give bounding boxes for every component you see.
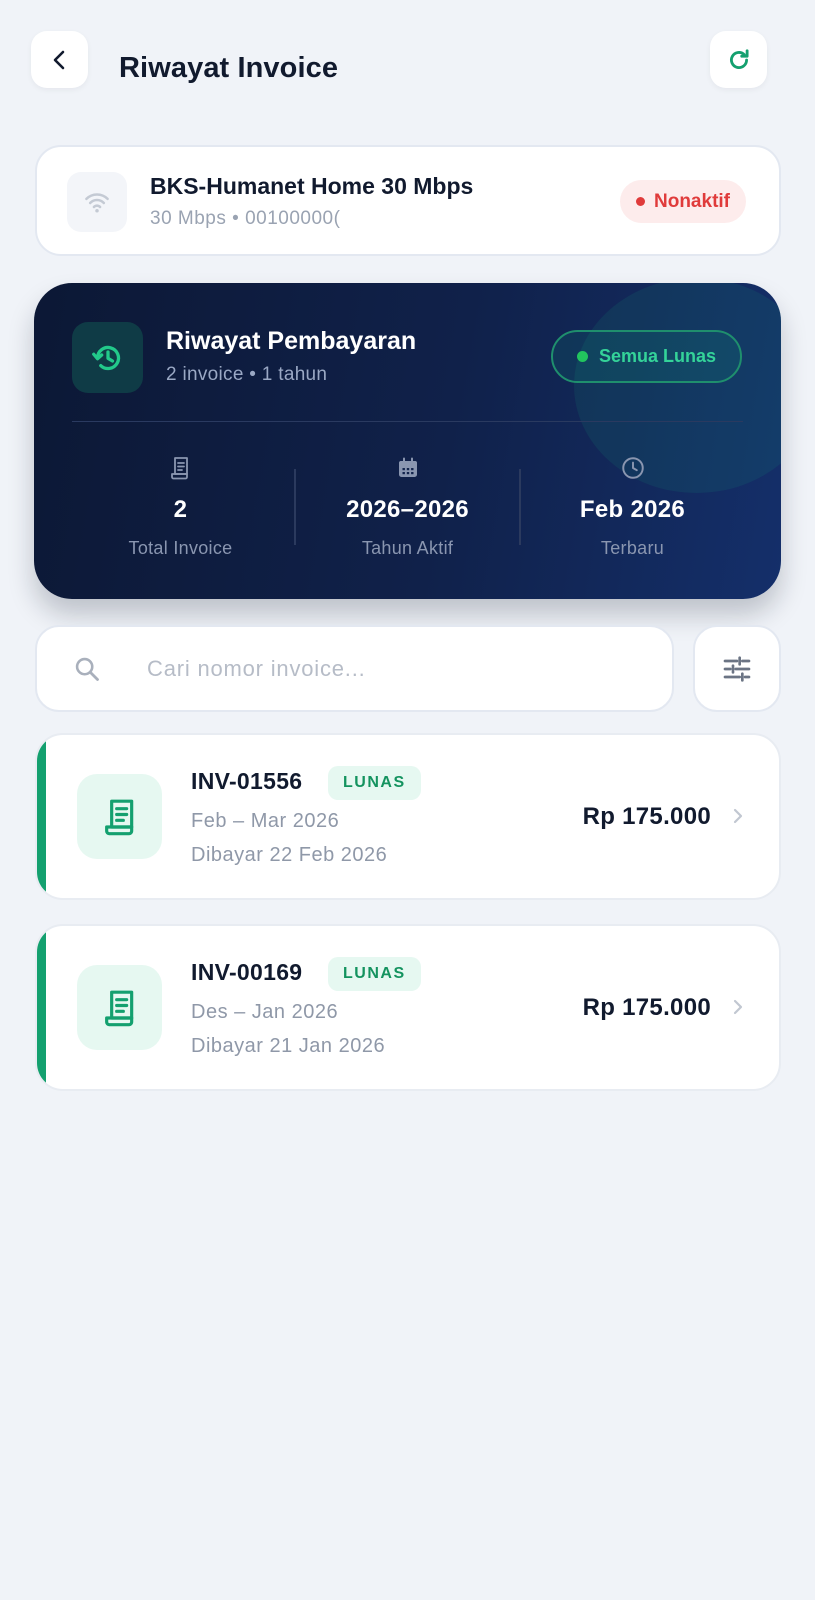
summary-subtitle: 2 invoice • 1 tahun [166, 364, 328, 385]
wifi-icon [85, 193, 109, 213]
invoice-card[interactable]: INV-01556 LUNAS Feb – Mar 2026 Dibayar 2… [35, 733, 781, 900]
invoice-amount: Rp 175.000 [582, 803, 711, 830]
search-bar[interactable] [35, 625, 674, 712]
page-title: Riwayat Invoice [119, 52, 339, 84]
plan-card[interactable]: BKS-Humanet Home 30 Mbps 30 Mbps • 00100… [35, 145, 781, 256]
calendar-icon [398, 457, 417, 477]
history-icon-container [72, 322, 143, 393]
invoice-accent-bar [37, 735, 46, 898]
clock-icon [621, 457, 644, 479]
receipt-icon [104, 799, 133, 835]
invoice-period: Feb – Mar 2026 [191, 810, 340, 832]
refresh-icon [729, 48, 749, 69]
stat-value: 2026–2026 [346, 496, 469, 523]
stat-latest: Feb 2026 Terbaru [520, 454, 745, 559]
chevron-right-icon [733, 999, 743, 1015]
invoice-card[interactable]: INV-00169 LUNAS Des – Jan 2026 Dibayar 2… [35, 924, 781, 1091]
payment-summary-card: Riwayat Pembayaran 2 invoice • 1 tahun S… [34, 283, 781, 599]
invoice-icon-container [77, 965, 162, 1050]
plan-name: BKS-Humanet Home 30 Mbps [150, 173, 474, 199]
invoice-number: INV-01556 [191, 768, 303, 794]
all-paid-label: Semua Lunas [598, 346, 717, 366]
summary-title: Riwayat Pembayaran [166, 327, 417, 355]
chevron-left-icon [53, 50, 64, 69]
stat-label: Terbaru [600, 538, 665, 558]
invoice-icon-container [77, 774, 162, 859]
back-button[interactable] [31, 31, 88, 88]
paid-dot-icon [576, 351, 588, 362]
search-icon [75, 657, 99, 681]
receipt-icon [170, 457, 188, 480]
wifi-icon-container [67, 172, 127, 232]
invoice-accent-bar [37, 926, 46, 1089]
all-paid-badge: Semua Lunas [551, 330, 742, 383]
status-dot-icon [636, 197, 645, 206]
invoice-status-badge: LUNAS [328, 766, 421, 800]
history-icon [91, 345, 120, 370]
stat-total-invoice: 2 Total Invoice [68, 454, 293, 559]
status-badge: Nonaktif [620, 180, 746, 223]
invoice-paid-date: Dibayar 22 Feb 2026 [191, 844, 388, 866]
invoice-amount: Rp 175.000 [582, 994, 711, 1021]
invoice-paid-date: Dibayar 21 Jan 2026 [191, 1035, 386, 1057]
stat-value: 2 [173, 496, 188, 523]
search-input[interactable] [147, 647, 647, 691]
invoice-number: INV-00169 [191, 959, 303, 985]
filter-sliders-icon [723, 655, 751, 682]
refresh-button[interactable] [710, 31, 767, 88]
top-bar: Riwayat Invoice [0, 0, 815, 140]
summary-divider [72, 421, 743, 422]
stat-label: Tahun Aktif [361, 538, 454, 558]
plan-subtitle: 30 Mbps • 00100000( [150, 208, 341, 229]
stat-active-year: 2026–2026 Tahun Aktif [295, 454, 520, 559]
invoice-status-badge: LUNAS [328, 957, 421, 991]
stat-label: Total Invoice [128, 538, 233, 558]
receipt-icon [104, 990, 133, 1026]
invoice-period: Des – Jan 2026 [191, 1001, 339, 1023]
chevron-right-icon [733, 808, 743, 824]
filter-button[interactable] [693, 625, 781, 712]
stat-value: Feb 2026 [579, 496, 686, 523]
status-label: Nonaktif [654, 190, 730, 212]
